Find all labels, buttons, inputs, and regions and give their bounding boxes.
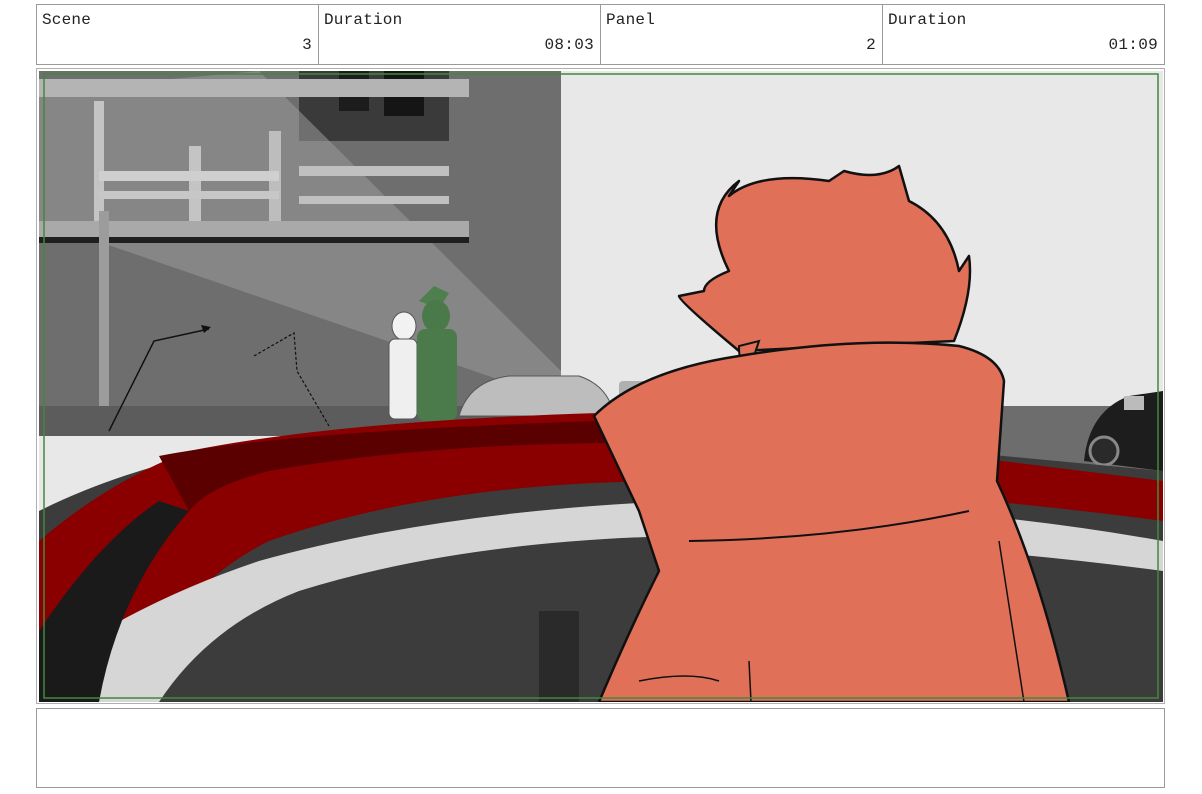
scene-cell[interactable]: Scene 3: [37, 5, 319, 64]
panel-duration-label: Duration: [888, 11, 967, 29]
panel-duration-value: 01:09: [1108, 36, 1158, 54]
scene-duration-cell[interactable]: Duration 08:03: [319, 5, 601, 64]
panel-value: 2: [866, 36, 876, 54]
panel-label: Panel: [606, 11, 656, 29]
panel-cell[interactable]: Panel 2: [601, 5, 883, 64]
panel-notes-area[interactable]: [36, 708, 1165, 788]
storyboard-panel-image[interactable]: [39, 71, 1163, 702]
scene-duration-value: 08:03: [544, 36, 594, 54]
scene-duration-label: Duration: [324, 11, 403, 29]
background-character-white: [388, 311, 418, 420]
balcony-rail-top: [39, 79, 469, 97]
panel-illustration: [39, 71, 1163, 702]
scene-label: Scene: [42, 11, 92, 29]
scene-value: 3: [302, 36, 312, 54]
panel-info-header: Scene 3 Duration 08:03 Panel 2 Duration …: [36, 4, 1165, 65]
panel-duration-cell[interactable]: Duration 01:09: [883, 5, 1164, 64]
